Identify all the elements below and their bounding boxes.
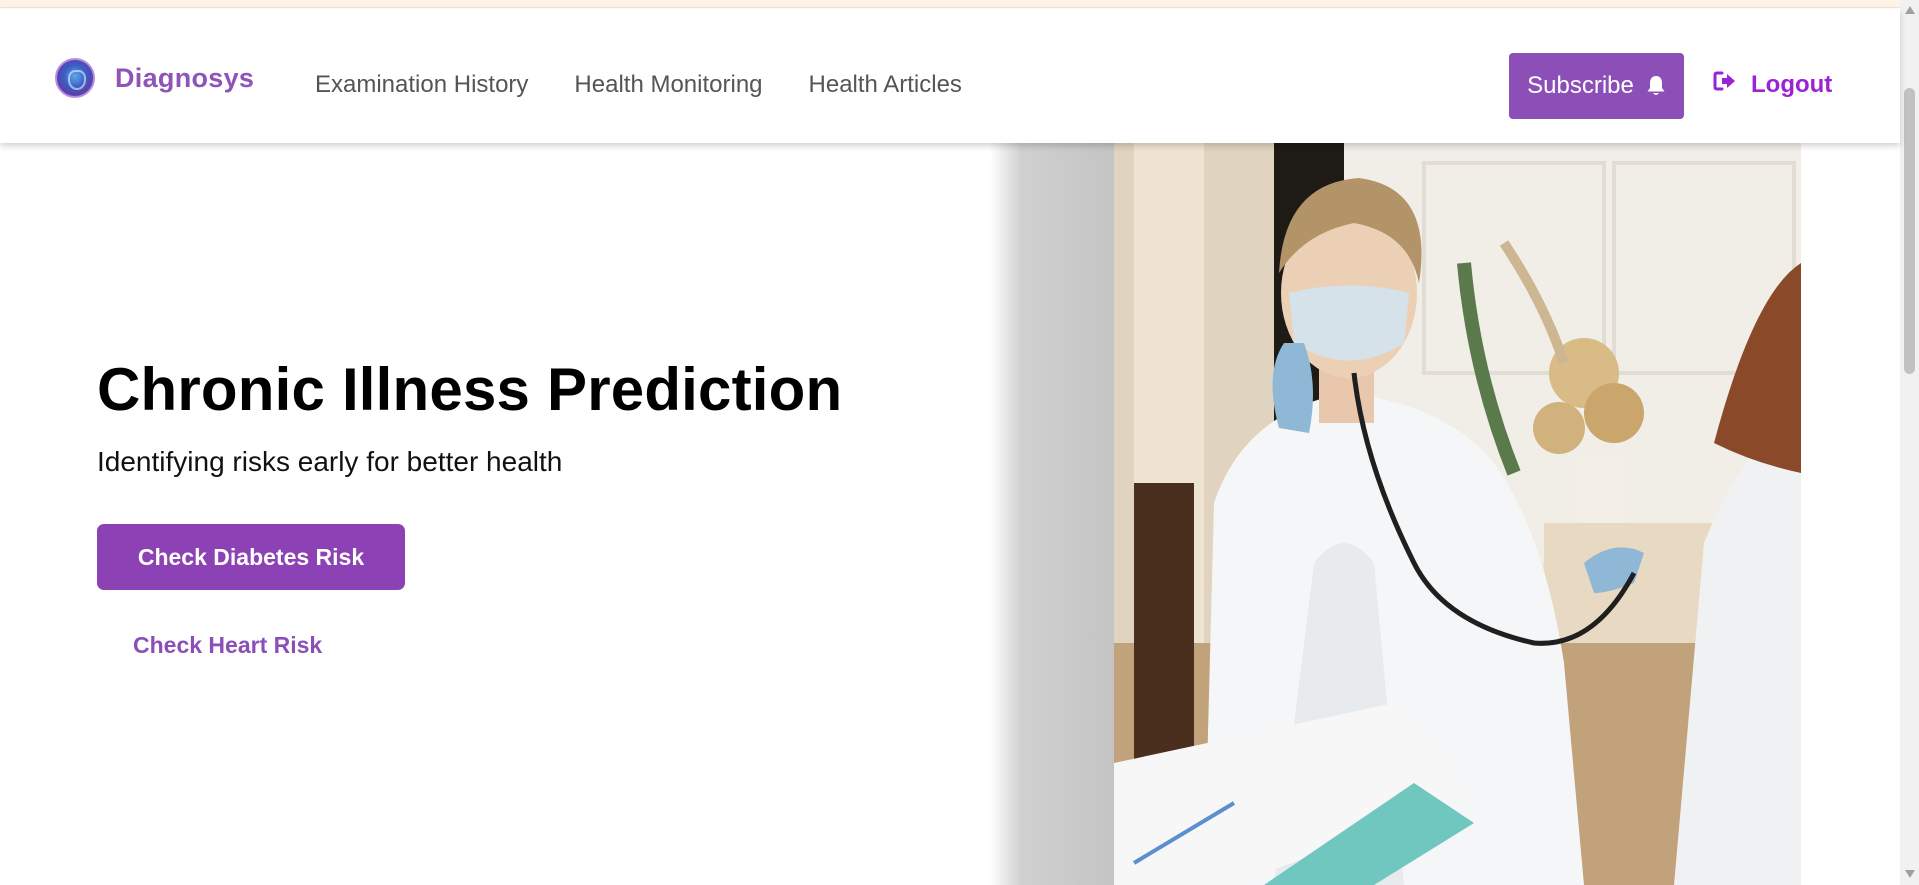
bell-icon	[1646, 75, 1666, 97]
check-heart-risk-link[interactable]: Check Heart Risk	[133, 632, 322, 659]
check-diabetes-risk-button[interactable]: Check Diabetes Risk	[97, 524, 405, 590]
navbar: Diagnosys Examination History Health Mon…	[0, 9, 1900, 143]
sign-out-icon	[1713, 70, 1737, 99]
nav-examination-history[interactable]: Examination History	[315, 71, 528, 99]
vertical-scrollbar[interactable]	[1900, 0, 1919, 885]
scroll-down-arrow-icon[interactable]	[1905, 870, 1915, 878]
nav-links: Examination History Health Monitoring He…	[315, 71, 962, 99]
brand-name[interactable]: Diagnosys	[115, 63, 254, 94]
hero-subtitle: Identifying risks early for better healt…	[97, 446, 563, 477]
page: Diagnosys Examination History Health Mon…	[0, 0, 1919, 885]
scroll-up-arrow-icon[interactable]	[1905, 6, 1915, 14]
nav-health-monitoring[interactable]: Health Monitoring	[574, 71, 762, 99]
scrollbar-thumb[interactable]	[1904, 88, 1915, 374]
top-strip	[0, 0, 1900, 8]
nav-health-articles[interactable]: Health Articles	[809, 71, 962, 99]
logo-icon	[55, 58, 95, 98]
subscribe-button[interactable]: Subscribe	[1509, 53, 1684, 119]
hero-image	[1114, 143, 1801, 885]
subscribe-label: Subscribe	[1527, 72, 1634, 99]
hero-title: Chronic Illness Prediction	[97, 356, 843, 423]
logout-label: Logout	[1751, 70, 1833, 98]
hero-section: Chronic Illness Prediction Identifying r…	[97, 355, 842, 478]
brand[interactable]: Diagnosys	[55, 58, 254, 98]
logout-button[interactable]: Logout	[1713, 70, 1832, 99]
hero-shadow	[990, 143, 1115, 885]
